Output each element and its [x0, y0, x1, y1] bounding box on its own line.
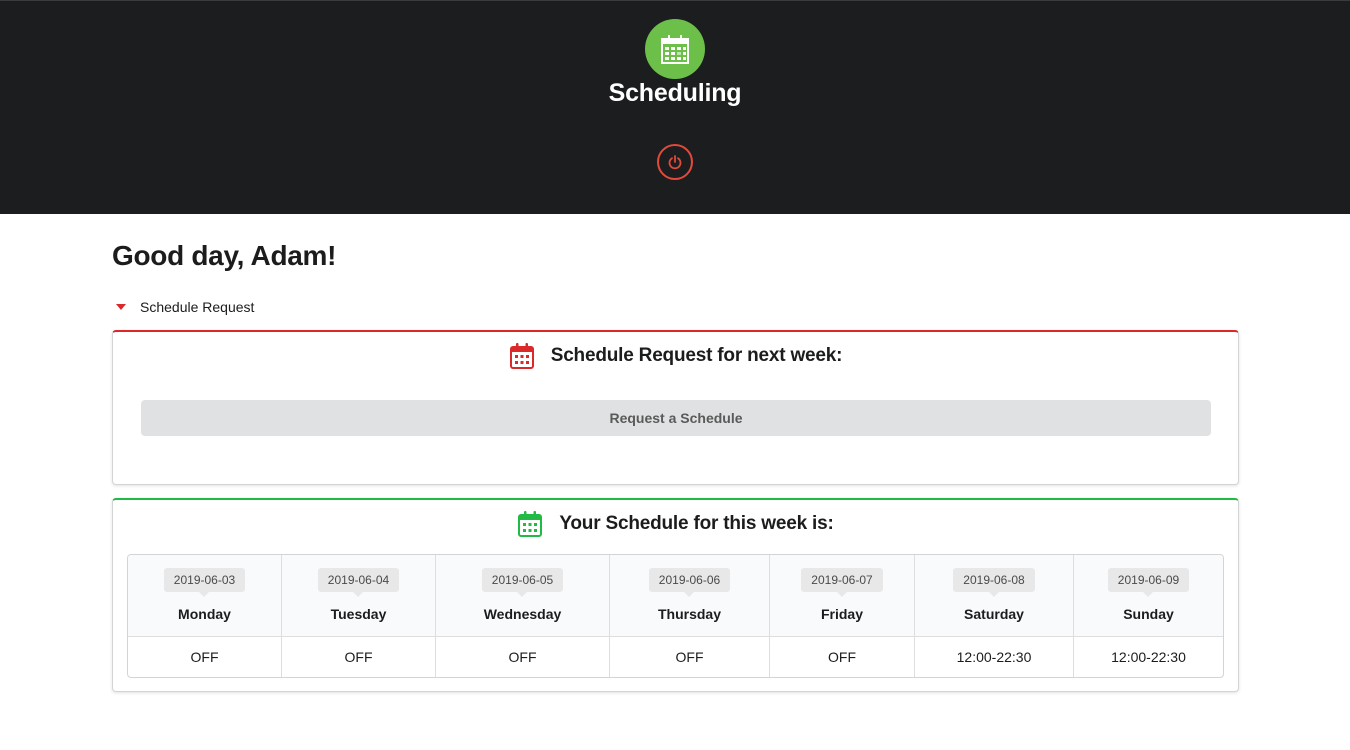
- table-header-row: 2019-06-03 Monday 2019-06-04 Tuesday 2019-…: [128, 555, 1223, 637]
- day-name: Sunday: [1123, 606, 1174, 622]
- day-name: Friday: [820, 606, 863, 622]
- shift-cell: OFF: [436, 637, 610, 677]
- date-label: 2019-06-07: [801, 568, 883, 597]
- card-header: Your Schedule for this week is:: [113, 510, 1238, 538]
- day-name: Monday: [178, 606, 231, 622]
- schedule-request-accordion-toggle[interactable]: Schedule Request: [112, 298, 254, 316]
- schedule-card-title: Your Schedule for this week is:: [559, 513, 834, 534]
- day-name: Tuesday: [330, 606, 387, 622]
- weekly-schedule-table: 2019-06-03 Monday 2019-06-04 Tuesday 2019-…: [127, 554, 1224, 678]
- day-name: Saturday: [964, 606, 1024, 622]
- day-column-header: 2019-06-07 Friday: [770, 555, 915, 637]
- logout-button[interactable]: [657, 144, 693, 180]
- date-label: 2019-06-05: [481, 568, 564, 597]
- day-column-header: 2019-06-04 Tuesday: [282, 555, 436, 637]
- card-header: Schedule Request for next week:: [113, 342, 1238, 370]
- day-column-header: 2019-06-06 Thursday: [610, 555, 770, 637]
- calendar-icon: [661, 35, 689, 64]
- shift-cell: 12:00-22:30: [915, 637, 1074, 677]
- request-schedule-button[interactable]: Request a Schedule: [141, 400, 1211, 436]
- app-title: Scheduling: [608, 79, 742, 107]
- power-icon: [668, 155, 682, 170]
- shift-cell: OFF: [610, 637, 770, 677]
- day-name: Wednesday: [483, 606, 562, 622]
- day-column-header: 2019-06-03 Monday: [128, 555, 282, 637]
- date-label: 2019-06-03: [163, 568, 246, 597]
- date-label: 2019-06-04: [317, 568, 400, 597]
- shift-cell: OFF: [770, 637, 915, 677]
- calendar-icon: [517, 510, 543, 538]
- day-name: Thursday: [657, 606, 721, 622]
- day-column-header: 2019-06-09 Sunday: [1074, 555, 1223, 637]
- date-label: 2019-06-09: [1107, 568, 1190, 597]
- caret-down-icon: [116, 304, 126, 310]
- schedule-request-card: Schedule Request for next week: Request …: [112, 330, 1239, 485]
- weekly-schedule-card: Your Schedule for this week is: 2019-06-…: [112, 498, 1239, 692]
- shift-cell: 12:00-22:30: [1111, 649, 1186, 665]
- top-header: Scheduling: [0, 0, 1350, 214]
- day-column-header: 2019-06-08 Saturday: [915, 555, 1074, 637]
- shift-cell: OFF: [128, 637, 282, 677]
- date-label: 2019-06-08: [953, 568, 1035, 597]
- day-column-header: 2019-06-05 Wednesday: [436, 555, 610, 637]
- app-logo: [645, 19, 705, 79]
- greeting-heading: Good day, Adam!: [112, 240, 337, 271]
- accordion-label: Schedule Request: [140, 299, 255, 315]
- table-row: OFF OFF OFF OFF OFF 12:00-22:30 12:00-22…: [128, 637, 1223, 677]
- date-label: 2019-06-06: [648, 568, 731, 597]
- calendar-icon: [509, 342, 535, 370]
- request-card-title: Schedule Request for next week:: [550, 345, 843, 366]
- shift-cell: OFF: [282, 637, 436, 677]
